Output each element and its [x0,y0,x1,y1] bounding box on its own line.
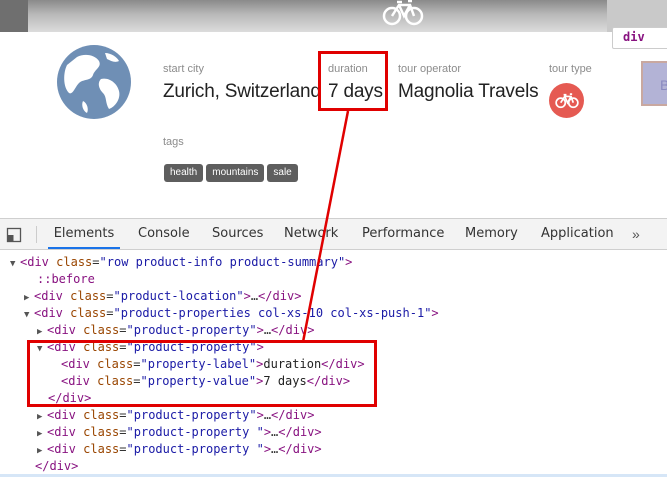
annotation-connector-line [301,110,350,343]
